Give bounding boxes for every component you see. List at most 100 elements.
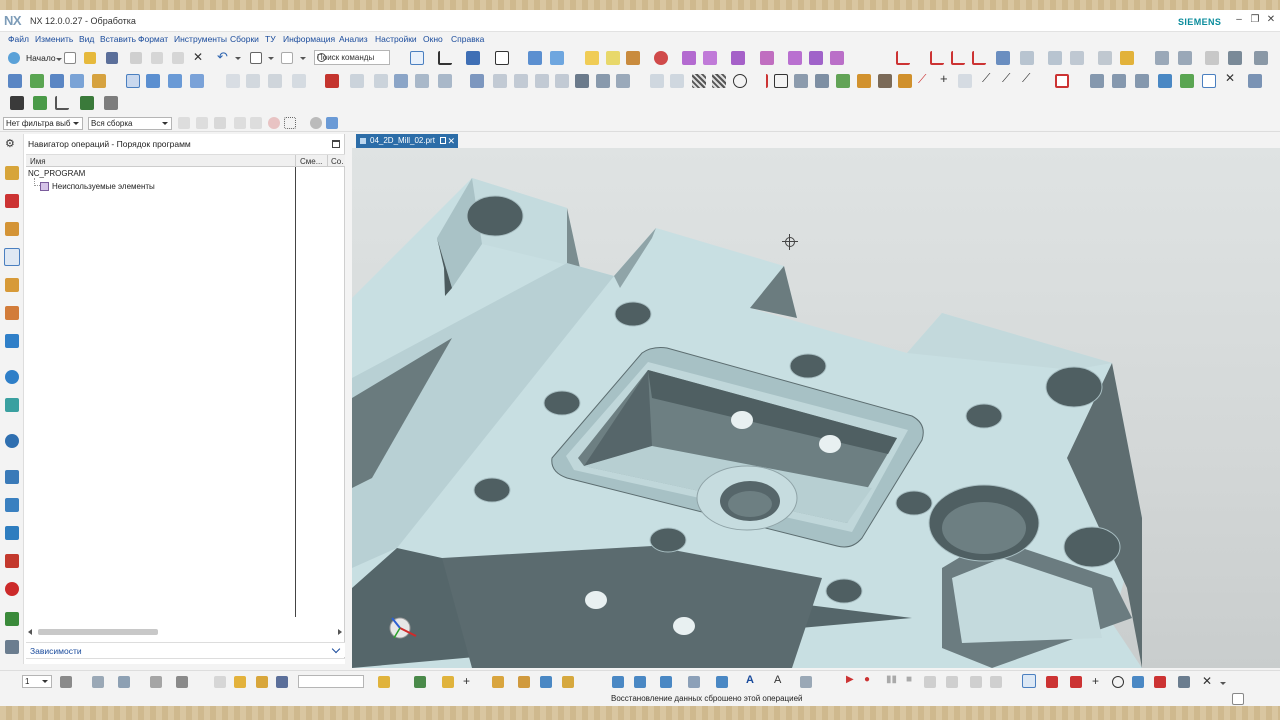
copy-icon[interactable] xyxy=(151,52,163,64)
edge-filter-icon[interactable] xyxy=(760,51,774,65)
filter-icon[interactable] xyxy=(682,51,696,65)
work-layer-select[interactable]: 1 xyxy=(22,675,52,688)
assembly-constraint-icon[interactable] xyxy=(256,676,268,688)
details-panel[interactable] xyxy=(26,658,345,664)
column-divider[interactable] xyxy=(295,167,296,617)
section-icon[interactable] xyxy=(1154,676,1166,688)
pause-icon[interactable]: ▮▮ xyxy=(886,674,897,685)
web-browser-icon[interactable] xyxy=(5,370,19,384)
restore-icon[interactable]: ❐ xyxy=(1248,14,1262,26)
cl-output-icon[interactable] xyxy=(1205,51,1219,65)
wcs-origin-icon[interactable] xyxy=(930,51,944,65)
select-icon[interactable] xyxy=(606,51,620,65)
tool-group-icon[interactable] xyxy=(442,676,454,688)
wcs-dynamic-icon[interactable] xyxy=(951,51,965,65)
constraint-navigator-icon[interactable] xyxy=(5,194,19,208)
assembly-navigator-icon[interactable] xyxy=(5,166,19,180)
offset-face-icon[interactable] xyxy=(1158,74,1172,88)
wcs-rotate-icon[interactable] xyxy=(972,51,986,65)
ellipse-icon[interactable] xyxy=(815,74,829,88)
create-geometry-icon[interactable] xyxy=(50,74,64,88)
zoom-icon[interactable] xyxy=(1112,676,1124,688)
chamfer-icon[interactable] xyxy=(878,74,892,88)
menu-tools[interactable]: Инструменты xyxy=(174,34,227,44)
replace-face-icon[interactable] xyxy=(1135,74,1149,88)
wcs-icon[interactable] xyxy=(896,51,910,65)
part-navigator-icon[interactable] xyxy=(5,222,19,236)
move-face-icon[interactable] xyxy=(1112,74,1126,88)
undo-icon[interactable]: ↶ xyxy=(217,49,228,65)
settings-gear-icon[interactable]: ⚙ xyxy=(5,137,15,150)
crosshair-icon[interactable]: + xyxy=(940,71,948,86)
transform-path-icon[interactable] xyxy=(688,676,700,688)
open-folder-icon[interactable] xyxy=(84,52,96,64)
output-post-icon[interactable] xyxy=(415,74,429,88)
deselect-icon[interactable] xyxy=(196,117,208,129)
menu-pmi[interactable]: ТУ xyxy=(265,34,276,44)
play-icon[interactable]: ▶ xyxy=(846,674,854,685)
show-hide-icon[interactable] xyxy=(310,117,322,129)
program-order-view-icon[interactable] xyxy=(126,74,140,88)
datum-plane-icon[interactable] xyxy=(1055,74,1069,88)
box-select-icon[interactable] xyxy=(284,117,296,129)
tab-part-file[interactable]: 04_2D_Mill_02.prt ✕ xyxy=(356,134,458,148)
simulate-icon[interactable] xyxy=(1120,51,1134,65)
system-materials-icon[interactable] xyxy=(5,470,19,484)
offset-curve-icon[interactable]: ⟋ xyxy=(1022,71,1030,86)
delete-body-icon[interactable]: ✕ xyxy=(1225,71,1235,85)
generate-icon[interactable] xyxy=(612,676,624,688)
rectangle-icon[interactable] xyxy=(774,74,788,88)
wcs-small-icon[interactable] xyxy=(55,96,69,110)
menu-preferences[interactable]: Настройки xyxy=(375,34,417,44)
shop-doc-icon[interactable] xyxy=(1178,51,1192,65)
path-filter-icon[interactable] xyxy=(616,74,630,88)
toolpath-display-icon[interactable] xyxy=(1022,674,1036,688)
edit-icon[interactable] xyxy=(660,676,672,688)
view-triad-icon[interactable] xyxy=(382,610,418,646)
snap-icon[interactable] xyxy=(654,51,668,65)
create-operation-icon[interactable] xyxy=(92,74,106,88)
minimize-icon[interactable]: – xyxy=(1232,14,1246,26)
column-toolchange[interactable]: Сме... xyxy=(300,157,322,166)
selection-filter-select[interactable]: Нет фильтра выб xyxy=(3,117,83,130)
create-tool-icon[interactable] xyxy=(30,74,44,88)
menu-edit[interactable]: Изменить xyxy=(35,34,73,44)
output-report-icon[interactable] xyxy=(438,74,452,88)
status-icon[interactable] xyxy=(1232,693,1244,705)
method-view-icon[interactable] xyxy=(190,74,204,88)
circle-icon[interactable] xyxy=(733,74,747,88)
toolpath-filter-icon[interactable] xyxy=(1070,676,1082,688)
spline-icon[interactable] xyxy=(754,74,768,88)
point-icon[interactable] xyxy=(836,74,850,88)
transform-icon[interactable] xyxy=(493,74,507,88)
selection-scope-icon[interactable] xyxy=(214,117,226,129)
add-component-icon[interactable] xyxy=(234,676,246,688)
assembly-scope-select[interactable]: Вся сборка xyxy=(88,117,172,130)
step-icon[interactable] xyxy=(924,676,936,688)
tree-row-unused-items[interactable]: Неиспользуемые элементы xyxy=(52,182,155,191)
curve-filter-icon[interactable] xyxy=(788,51,802,65)
process-studio-icon[interactable] xyxy=(5,498,19,512)
selection-rule-icon[interactable] xyxy=(250,117,262,129)
new-file-icon[interactable] xyxy=(64,52,76,64)
add-icon[interactable]: + xyxy=(463,674,470,688)
arc-icon[interactable]: ⟋ xyxy=(1002,71,1010,86)
toolpath-color-icon[interactable] xyxy=(1046,676,1058,688)
generate-toolpath-icon[interactable] xyxy=(226,74,240,88)
palette-icon[interactable] xyxy=(5,398,19,412)
body-filter-icon[interactable] xyxy=(703,51,717,65)
sync-modeling-icon[interactable] xyxy=(1090,74,1104,88)
paste-icon[interactable] xyxy=(172,52,184,64)
column-name[interactable]: Имя xyxy=(30,157,46,166)
history-icon[interactable] xyxy=(5,434,19,448)
hatch-alt-icon[interactable] xyxy=(712,74,726,88)
machine-icon[interactable] xyxy=(1020,51,1034,65)
machine-navigator-icon[interactable] xyxy=(5,278,19,292)
fit-icon[interactable] xyxy=(1132,676,1144,688)
roles-icon[interactable] xyxy=(5,554,19,568)
layer-icon[interactable] xyxy=(585,51,599,65)
list-icon[interactable] xyxy=(10,96,24,110)
method-icon[interactable] xyxy=(1098,51,1112,65)
move-component-icon[interactable] xyxy=(276,676,288,688)
scroll-right-icon[interactable] xyxy=(338,629,342,635)
